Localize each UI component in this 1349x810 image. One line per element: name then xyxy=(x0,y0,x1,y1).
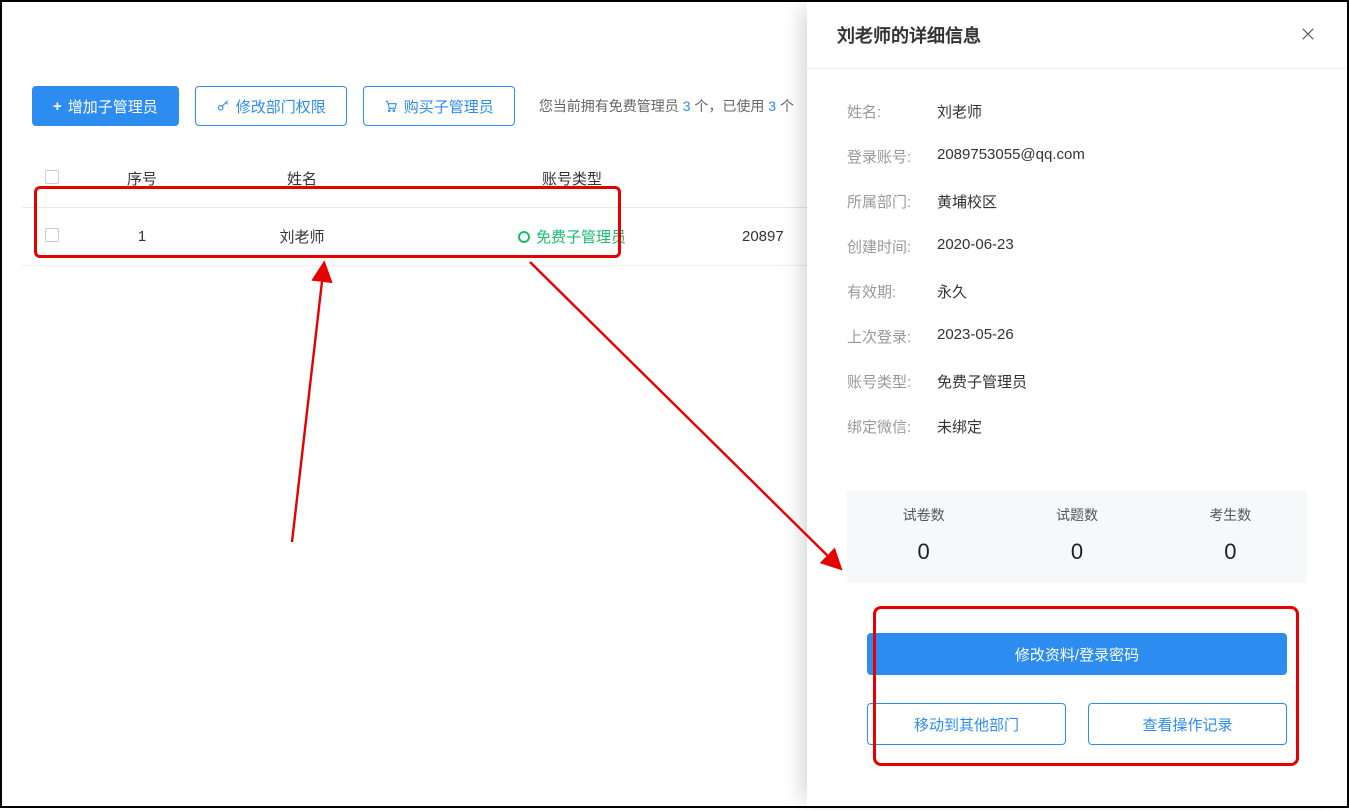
drawer-title: 刘老师的详细信息 xyxy=(837,22,981,48)
value-acct-type: 免费子管理员 xyxy=(937,371,1027,392)
value-dept: 黄埔校区 xyxy=(937,191,997,212)
modify-permissions-label: 修改部门权限 xyxy=(236,96,326,117)
key-icon xyxy=(216,98,230,115)
cell-index: 1 xyxy=(82,208,202,266)
buy-subadmin-label: 购买子管理员 xyxy=(404,96,494,117)
label-expiry: 有效期: xyxy=(847,281,937,302)
label-wechat: 绑定微信: xyxy=(847,416,937,437)
stat-papers-label: 试卷数 xyxy=(847,505,1000,525)
label-last-login: 上次登录: xyxy=(847,326,937,347)
cart-icon xyxy=(384,98,398,115)
value-expiry: 永久 xyxy=(937,281,967,302)
plus-icon xyxy=(53,98,62,115)
quota-hint: 您当前拥有免费管理员 3 个，已使用 3 个 xyxy=(539,96,794,116)
add-subadmin-button[interactable]: 增加子管理员 xyxy=(32,86,179,126)
label-name: 姓名: xyxy=(847,101,937,122)
add-subadmin-label: 增加子管理员 xyxy=(68,96,158,117)
value-wechat: 未绑定 xyxy=(937,416,982,437)
label-account: 登录账号: xyxy=(847,146,937,167)
edit-profile-button[interactable]: 修改资料/登录密码 xyxy=(867,633,1287,675)
col-index: 序号 xyxy=(82,150,202,208)
value-last-login: 2023-05-26 xyxy=(937,326,1014,347)
info-list: 姓名:刘老师 登录账号:2089753055@qq.com 所属部门:黄埔校区 … xyxy=(807,69,1347,491)
buy-subadmin-button[interactable]: 购买子管理员 xyxy=(363,86,515,126)
stats-panel: 试卷数 0 试题数 0 考生数 0 xyxy=(847,491,1307,583)
label-dept: 所属部门: xyxy=(847,191,937,212)
drawer-actions: 修改资料/登录密码 移动到其他部门 查看操作记录 xyxy=(847,613,1307,769)
col-type: 账号类型 xyxy=(402,150,742,208)
modify-permissions-button[interactable]: 修改部门权限 xyxy=(195,86,347,126)
stat-students-value: 0 xyxy=(1154,539,1307,565)
stat-papers-value: 0 xyxy=(847,539,1000,565)
value-account: 2089753055@qq.com xyxy=(937,146,1085,167)
stat-questions-label: 试题数 xyxy=(1000,505,1153,525)
view-log-button[interactable]: 查看操作记录 xyxy=(1088,703,1287,745)
status-dot-icon xyxy=(518,231,530,243)
cell-name: 刘老师 xyxy=(202,208,402,266)
stat-students-label: 考生数 xyxy=(1154,505,1307,525)
close-icon[interactable] xyxy=(1299,25,1317,46)
value-name: 刘老师 xyxy=(937,101,982,122)
row-checkbox[interactable] xyxy=(45,228,59,242)
cell-acct-type: 免费子管理员 xyxy=(518,226,626,247)
select-all-checkbox[interactable] xyxy=(45,170,59,184)
move-dept-button[interactable]: 移动到其他部门 xyxy=(867,703,1066,745)
detail-drawer: 刘老师的详细信息 姓名:刘老师 登录账号:2089753055@qq.com 所… xyxy=(807,2,1347,806)
label-acct-type: 账号类型: xyxy=(847,371,937,392)
value-created: 2020-06-23 xyxy=(937,236,1014,257)
label-created: 创建时间: xyxy=(847,236,937,257)
stat-questions-value: 0 xyxy=(1000,539,1153,565)
col-name: 姓名 xyxy=(202,150,402,208)
